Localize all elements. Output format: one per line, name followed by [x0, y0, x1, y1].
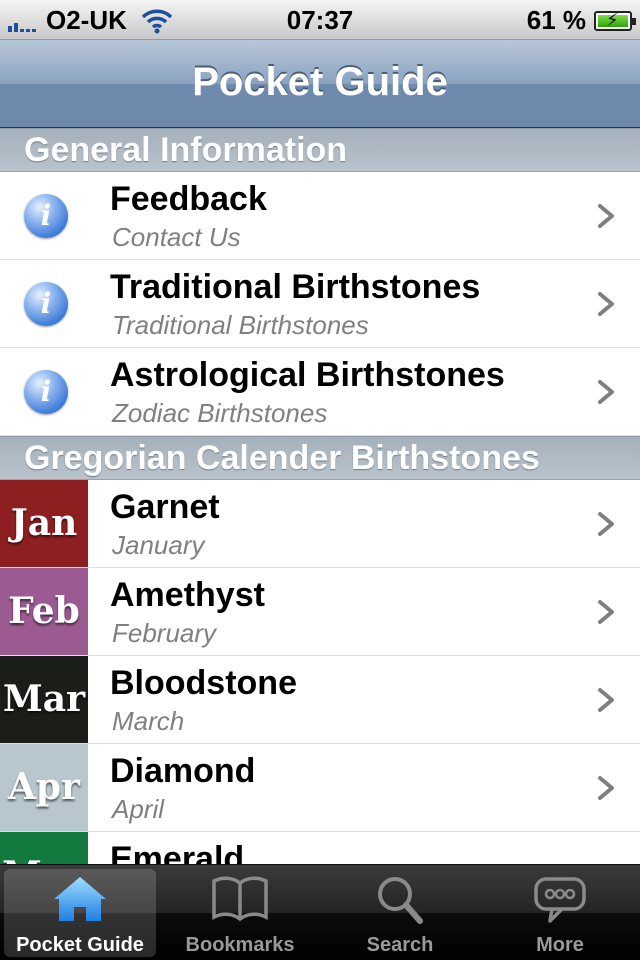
list-item-emerald[interactable]: May Emerald [0, 832, 640, 864]
page-title: Pocket Guide [192, 60, 448, 104]
month-thumbnail: Jan [0, 480, 88, 567]
home-icon [54, 877, 106, 921]
tab-label: Search [366, 934, 434, 956]
charging-bolt-icon: ⚡ [606, 9, 619, 30]
tab-bookmarks[interactable]: Bookmarks [160, 865, 320, 960]
chevron-right-icon [598, 776, 614, 800]
list-item-diamond[interactable]: Apr Diamond April [0, 744, 640, 832]
magnifier-icon [378, 877, 423, 924]
tab-more[interactable]: More [480, 865, 640, 960]
row-subtitle: January [112, 530, 205, 560]
list-item-traditional-birthstones[interactable]: i Traditional Birthstones Traditional Bi… [0, 260, 640, 348]
chevron-right-icon [598, 512, 614, 536]
tab-pocket-guide[interactable]: Pocket Guide [4, 869, 156, 957]
row-subtitle: February [112, 618, 217, 648]
info-icon: i [24, 194, 68, 238]
section-header-gregorian: Gregorian Calender Birthstones [0, 436, 640, 480]
tab-bar: Pocket Guide Bookmarks Search More [0, 864, 640, 960]
chevron-right-icon [598, 688, 614, 712]
chevron-right-icon [598, 380, 614, 404]
list-item-amethyst[interactable]: Feb Amethyst February [0, 568, 640, 656]
row-title: Garnet [110, 488, 220, 526]
row-subtitle: Contact Us [112, 222, 241, 252]
row-title: Bloodstone [110, 664, 297, 702]
row-subtitle: Traditional Birthstones [112, 310, 369, 340]
list-item-astrological-birthstones[interactable]: i Astrological Birthstones Zodiac Births… [0, 348, 640, 436]
row-title: Diamond [110, 752, 256, 790]
tab-label: More [536, 934, 584, 956]
tab-label: Pocket Guide [16, 934, 144, 956]
list-item-feedback[interactable]: i Feedback Contact Us [0, 172, 640, 260]
info-icon: i [24, 370, 68, 414]
list-item-garnet[interactable]: Jan Garnet January [0, 480, 640, 568]
month-thumbnail: May [0, 832, 88, 864]
chevron-right-icon [598, 204, 614, 228]
status-bar: O2-UK 07:37 61 % ⚡ [0, 0, 640, 40]
chevron-right-icon [598, 600, 614, 624]
navigation-bar: Pocket Guide [0, 40, 640, 128]
tab-search[interactable]: Search [320, 865, 480, 960]
info-icon: i [24, 282, 68, 326]
row-title: Traditional Birthstones [110, 268, 481, 306]
row-title: Amethyst [110, 576, 265, 614]
status-right: 61 % ⚡ [526, 5, 636, 36]
row-subtitle: March [112, 706, 185, 736]
row-subtitle: April [112, 794, 165, 824]
row-title: Feedback [110, 180, 267, 218]
month-thumbnail: Feb [0, 568, 88, 655]
battery-percent: 61 % [526, 5, 586, 35]
tab-label: Bookmarks [185, 934, 295, 956]
section-header-general: General Information [0, 128, 640, 172]
month-thumbnail: Apr [0, 744, 88, 831]
book-icon [212, 876, 268, 922]
battery-icon: ⚡ [594, 9, 636, 31]
row-subtitle: Zodiac Birthstones [112, 398, 328, 428]
list-item-bloodstone[interactable]: Mar Bloodstone March [0, 656, 640, 744]
chevron-right-icon [598, 292, 614, 316]
row-title: Astrological Birthstones [110, 356, 505, 394]
month-thumbnail: Mar [0, 656, 88, 743]
more-icon [534, 877, 586, 923]
table-view[interactable]: General Information i Feedback Contact U… [0, 128, 640, 864]
row-title: Emerald [110, 840, 245, 864]
